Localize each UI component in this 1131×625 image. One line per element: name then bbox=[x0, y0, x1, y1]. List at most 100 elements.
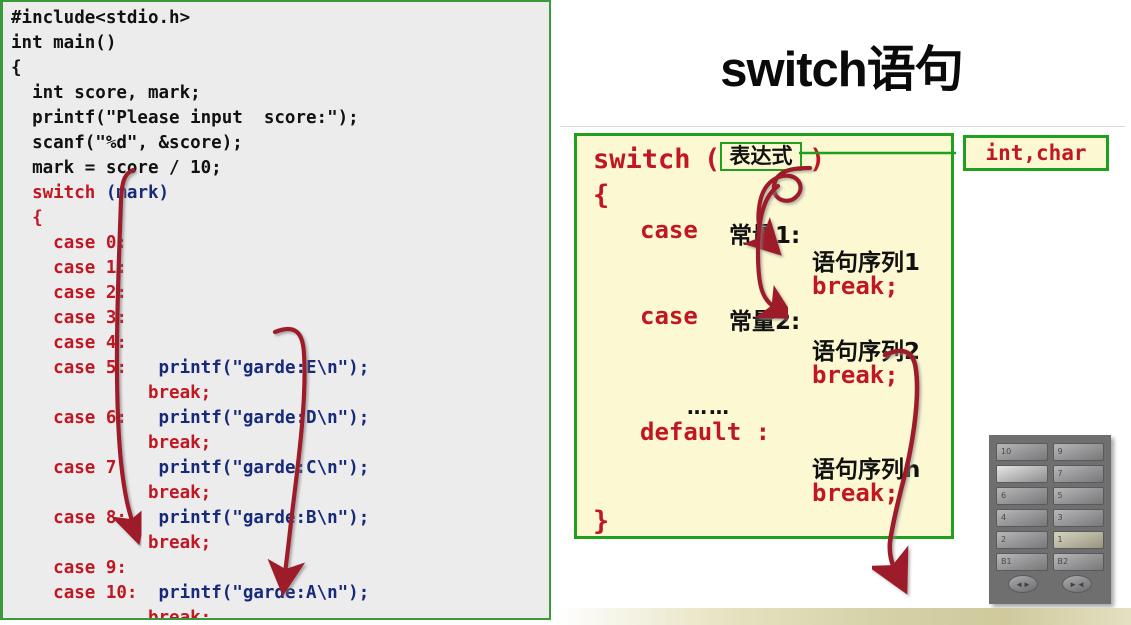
syntax-break-n: break; bbox=[812, 479, 899, 507]
keypad-button-grid: 10 9 7 6 5 4 3 2 1 B1 B2 bbox=[996, 443, 1104, 571]
code-token: case 7: bbox=[53, 458, 127, 478]
code-line: printf("Please input score:"); bbox=[11, 106, 549, 131]
syntax-case1-keyword: case bbox=[640, 216, 698, 244]
code-line: case 10: printf("garde:A\n"); bbox=[11, 581, 549, 606]
syntax-break-1: break; bbox=[812, 272, 899, 300]
code-token: case 1: bbox=[53, 258, 127, 278]
code-line: mark = score / 10; bbox=[11, 156, 549, 181]
syntax-switch-keyword: switch bbox=[593, 144, 691, 175]
code-token: int score, mark; bbox=[11, 83, 201, 103]
code-token: int main() bbox=[11, 33, 117, 53]
code-line: case 9: bbox=[11, 556, 549, 581]
syntax-paren-open: ( bbox=[704, 144, 721, 175]
syntax-default-keyword: default : bbox=[640, 418, 771, 446]
keypad-button[interactable]: 6 bbox=[996, 487, 1048, 505]
code-line: int score, mark; bbox=[11, 81, 549, 106]
code-token: scanf("%d", &score); bbox=[11, 133, 243, 153]
code-line: case 7: printf("garde:C\n"); bbox=[11, 456, 549, 481]
code-token: case 2: bbox=[53, 283, 127, 303]
code-token: (mark) bbox=[105, 183, 170, 203]
code-token: #include<stdio.h> bbox=[11, 8, 191, 28]
code-line: case 1: bbox=[11, 256, 549, 281]
door-open-button[interactable]: ◄► bbox=[1008, 575, 1038, 593]
types-callout-box: int,char bbox=[963, 135, 1109, 171]
code-token: case 8: bbox=[53, 508, 127, 528]
code-token: { bbox=[11, 58, 22, 78]
keypad-button[interactable]: 9 bbox=[1052, 443, 1104, 461]
switch-syntax-box: switch ( ) 表达式 { case 常量1: 语句序列1 break; … bbox=[574, 133, 954, 539]
code-line: int main() bbox=[11, 31, 549, 56]
code-token: break; bbox=[147, 608, 212, 620]
syntax-break-2: break; bbox=[812, 361, 899, 389]
code-line: case 2: bbox=[11, 281, 549, 306]
keypad-button[interactable]: B1 bbox=[996, 553, 1048, 571]
code-token: printf("garde:D\n"); bbox=[158, 408, 370, 428]
keypad-door-buttons: ◄► ►◄ bbox=[996, 575, 1104, 593]
door-close-button[interactable]: ►◄ bbox=[1062, 575, 1092, 593]
code-token: case 10: bbox=[53, 583, 138, 603]
code-token: break; bbox=[147, 533, 212, 553]
keypad-button[interactable]: 7 bbox=[1052, 465, 1104, 483]
keypad-button[interactable]: 4 bbox=[996, 509, 1048, 527]
code-token: printf("garde:C\n"); bbox=[158, 458, 370, 478]
syntax-paren-close: ) bbox=[809, 144, 826, 175]
code-line: switch (mark) bbox=[11, 181, 549, 206]
code-line: { bbox=[11, 56, 549, 81]
keypad-button[interactable]: 3 bbox=[1052, 509, 1104, 527]
code-line: scanf("%d", &score); bbox=[11, 131, 549, 156]
code-token: case 3: bbox=[53, 308, 127, 328]
bottom-decorative-band bbox=[556, 608, 1131, 625]
code-line: case 3: bbox=[11, 306, 549, 331]
keypad-button[interactable]: 1 bbox=[1052, 531, 1104, 549]
keypad-button[interactable]: 2 bbox=[996, 531, 1048, 549]
code-token: switch bbox=[32, 183, 96, 203]
syntax-case2-keyword: case bbox=[640, 302, 698, 330]
code-token: break; bbox=[147, 433, 212, 453]
syntax-brace-close: } bbox=[593, 506, 610, 537]
code-token: mark = score / 10; bbox=[11, 158, 222, 178]
code-line: { bbox=[11, 206, 549, 231]
expression-box: 表达式 bbox=[720, 142, 802, 171]
code-token: case 6: bbox=[53, 408, 127, 428]
title-divider bbox=[560, 126, 1125, 127]
code-token: printf("Please input score:"); bbox=[11, 108, 359, 128]
code-token: { bbox=[32, 208, 43, 228]
code-line: case 0: bbox=[11, 231, 549, 256]
code-line: case 8: printf("garde:B\n"); bbox=[11, 506, 549, 531]
code-token: break; bbox=[147, 383, 212, 403]
code-token: case 0: bbox=[53, 233, 127, 253]
code-line: case 6: printf("garde:D\n"); bbox=[11, 406, 549, 431]
keypad-button[interactable] bbox=[996, 465, 1048, 483]
code-line: break; bbox=[11, 531, 549, 556]
code-example-panel: #include<stdio.h> int main() { int score, … bbox=[0, 0, 551, 620]
code-listing: #include<stdio.h> int main() { int score, … bbox=[3, 2, 549, 620]
code-token: printf("garde:E\n"); bbox=[158, 358, 370, 378]
keypad-button[interactable]: 5 bbox=[1052, 487, 1104, 505]
keypad-button[interactable]: B2 bbox=[1052, 553, 1104, 571]
code-token: case 5: bbox=[53, 358, 127, 378]
syntax-case2-constant: 常量2: bbox=[729, 309, 801, 335]
code-line: break; bbox=[11, 606, 549, 620]
syntax-ellipsis: …… bbox=[687, 395, 731, 419]
keypad-button[interactable]: 10 bbox=[996, 443, 1048, 461]
